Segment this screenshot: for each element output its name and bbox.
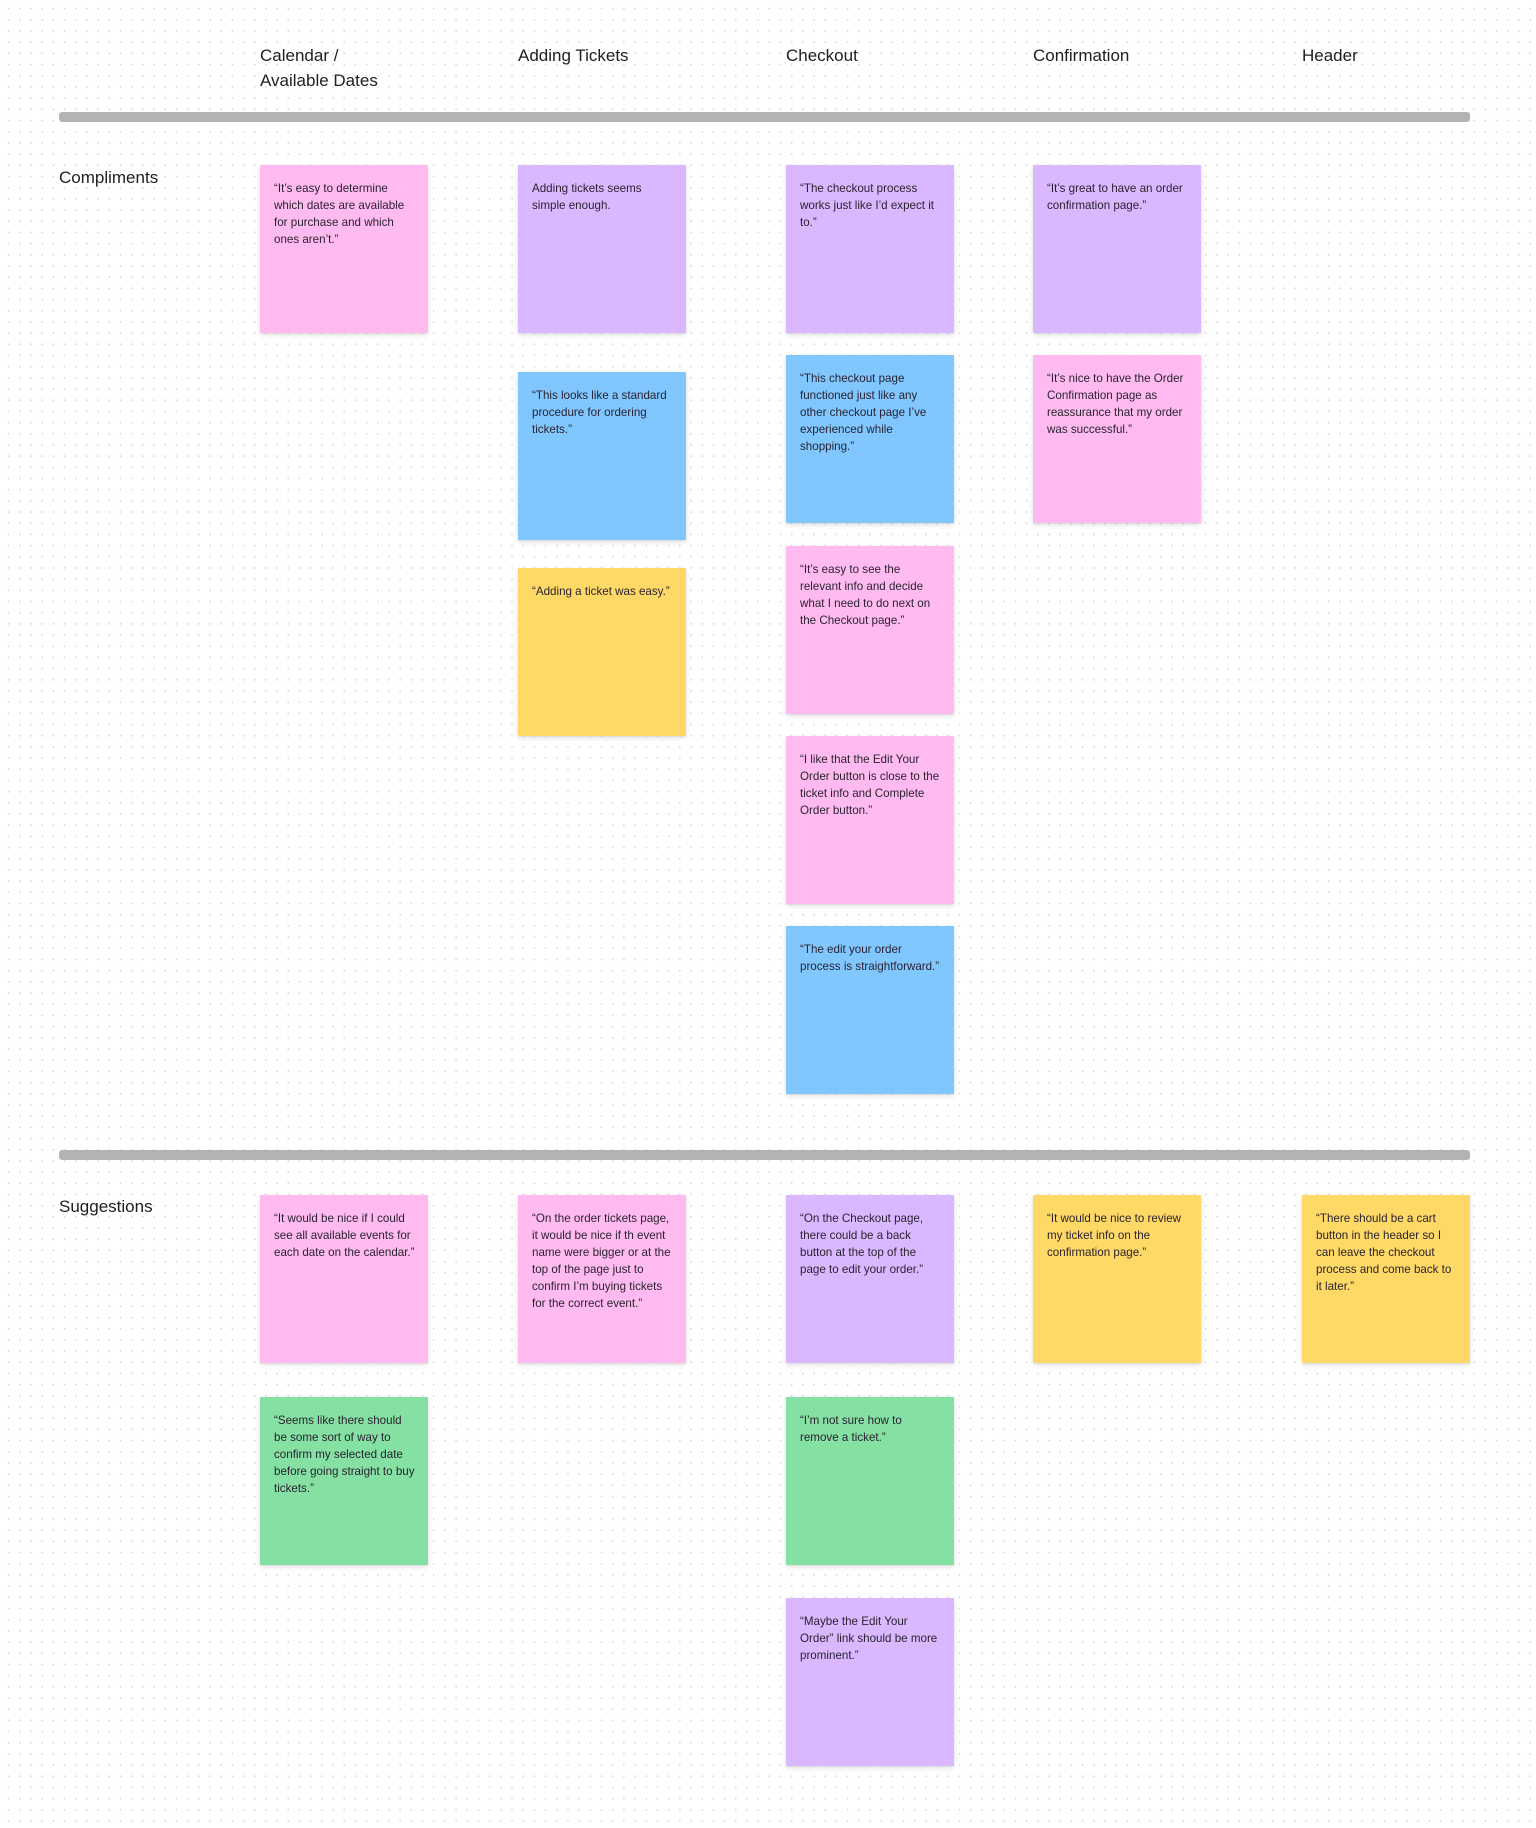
sticky-note[interactable]: “The edit your order process is straight…	[786, 926, 954, 1094]
sticky-note-text: Adding tickets seems simple enough.	[532, 182, 642, 212]
sticky-note-text: “The edit your order process is straight…	[800, 943, 940, 973]
sticky-note[interactable]: “It’s easy to see the relevant info and …	[786, 546, 954, 714]
sticky-note[interactable]: “This checkout page functioned just like…	[786, 355, 954, 523]
sticky-note[interactable]: “It would be nice if I could see all ava…	[260, 1195, 428, 1363]
sticky-note-text: “The checkout process works just like I’…	[800, 182, 935, 229]
sticky-note-text: “There should be a cart button in the he…	[1316, 1212, 1452, 1293]
sticky-note-text: “Seems like there should be some sort of…	[274, 1414, 415, 1495]
sticky-note[interactable]: “It’s easy to determine which dates are …	[260, 165, 428, 333]
sticky-note[interactable]: “This looks like a standard procedure fo…	[518, 372, 686, 540]
sticky-note-text: “It’s great to have an order confirmatio…	[1047, 182, 1183, 212]
sticky-note-text: “It would be nice if I could see all ava…	[274, 1212, 415, 1259]
sticky-note[interactable]: “The checkout process works just like I’…	[786, 165, 954, 333]
sticky-note[interactable]: “I like that the Edit Your Order button …	[786, 736, 954, 904]
sticky-note[interactable]: “I’m not sure how to remove a ticket.”	[786, 1397, 954, 1565]
column-header-checkout: Checkout	[786, 46, 858, 65]
sticky-note[interactable]: “On the order tickets page, it would be …	[518, 1195, 686, 1363]
column-header-adding-tickets: Adding Tickets	[518, 46, 629, 65]
sticky-note-text: “It’s easy to determine which dates are …	[274, 182, 405, 246]
sticky-note-text: “This checkout page functioned just like…	[800, 372, 927, 453]
sticky-note-text: “This looks like a standard procedure fo…	[532, 389, 667, 436]
sticky-note-text: “It would be nice to review my ticket in…	[1047, 1212, 1182, 1259]
sticky-note-text: “I like that the Edit Your Order button …	[800, 753, 940, 817]
column-header-confirmation: Confirmation	[1033, 46, 1130, 65]
column-header-header: Header	[1302, 46, 1358, 65]
sticky-note[interactable]: “There should be a cart button in the he…	[1302, 1195, 1470, 1363]
sticky-note-text: “Adding a ticket was easy.”	[532, 585, 670, 598]
divider-top[interactable]	[59, 112, 1470, 122]
sticky-note-text: “I’m not sure how to remove a ticket.”	[800, 1414, 902, 1444]
sticky-note-text: “On the order tickets page, it would be …	[532, 1212, 671, 1310]
row-label-suggestions: Suggestions	[59, 1197, 153, 1216]
divider-suggestions[interactable]	[59, 1150, 1470, 1160]
sticky-note[interactable]: Adding tickets seems simple enough.	[518, 165, 686, 333]
column-header-calendar: Calendar / Available Dates	[260, 46, 378, 90]
sticky-note[interactable]: “It’s great to have an order confirmatio…	[1033, 165, 1201, 333]
sticky-note[interactable]: “On the Checkout page, there could be a …	[786, 1195, 954, 1363]
sticky-note-text: “It’s easy to see the relevant info and …	[800, 563, 931, 627]
row-label-compliments: Compliments	[59, 168, 159, 187]
sticky-note[interactable]: “It would be nice to review my ticket in…	[1033, 1195, 1201, 1363]
sticky-note-text: “It’s nice to have the Order Confirmatio…	[1047, 372, 1184, 436]
sticky-note[interactable]: “Maybe the Edit Your Order” link should …	[786, 1598, 954, 1766]
sticky-note-text: “Maybe the Edit Your Order” link should …	[800, 1615, 938, 1662]
sticky-note[interactable]: “Adding a ticket was easy.”	[518, 568, 686, 736]
sticky-note[interactable]: “It’s nice to have the Order Confirmatio…	[1033, 355, 1201, 523]
sticky-note[interactable]: “Seems like there should be some sort of…	[260, 1397, 428, 1565]
sticky-note-text: “On the Checkout page, there could be a …	[800, 1212, 924, 1276]
